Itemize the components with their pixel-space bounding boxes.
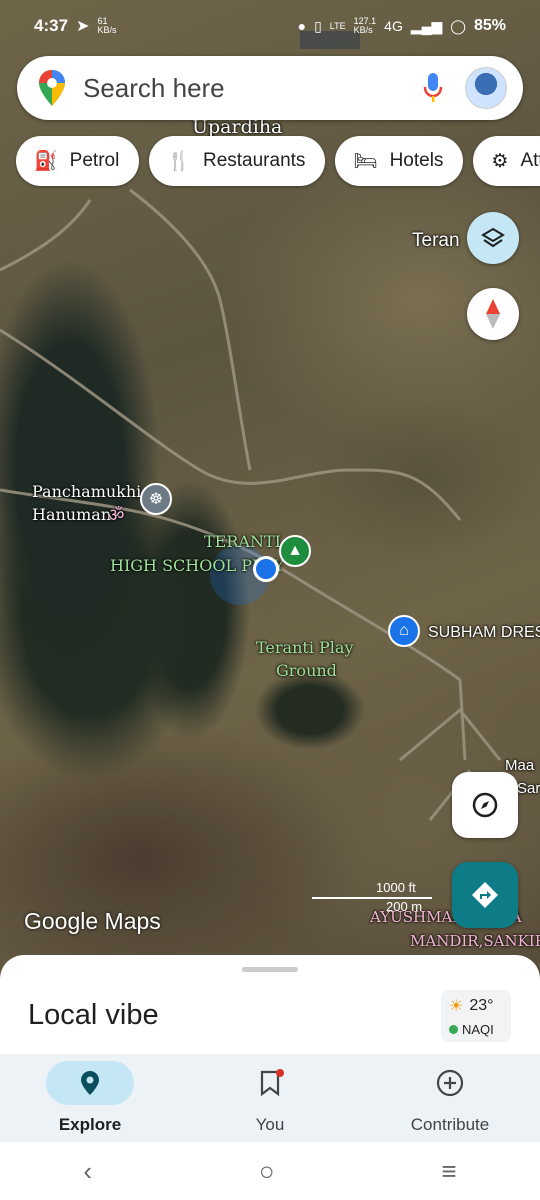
category-chips: ⛽ Petrol 🍴 Restaurants 🛏 Hotels ⚙ Att [16, 136, 540, 186]
nav-explore-label: Explore [58, 1115, 122, 1134]
signal-icon: ▂▄▆ [410, 17, 443, 34]
place-label-teranti[interactable]: TERANTI [204, 532, 281, 551]
chip-petrol[interactable]: ⛽ Petrol [16, 136, 140, 186]
restaurant-icon: 🍴 [167, 151, 191, 172]
temple-poi-icon[interactable]: ☸ [140, 483, 172, 515]
nav-contribute-label: Contribute [410, 1115, 490, 1134]
location-icon: ● [297, 18, 307, 34]
compass-needle-icon [486, 299, 500, 329]
system-navigation-bar: ‹ ○ ≡ [0, 1142, 540, 1200]
chip-restaurants-label: Restaurants [202, 150, 306, 171]
place-label-sar[interactable]: Sar [517, 780, 540, 797]
hotel-icon: 🛏 [353, 151, 378, 172]
home-icon[interactable]: ○ [259, 1156, 275, 1187]
sheet-title: Local vibe [28, 999, 159, 1031]
place-label-panchamukhi[interactable]: Panchamukhi [32, 482, 141, 501]
current-location-dot [253, 556, 279, 582]
layers-icon [481, 227, 505, 248]
notification-dot [276, 1069, 284, 1077]
place-label-subham[interactable]: SUBHAM DRES [428, 624, 540, 642]
sheet-drag-handle[interactable] [242, 967, 298, 972]
bottom-sheet[interactable]: Local vibe ☀ 23° NAQI [0, 955, 540, 1055]
nav-explore[interactable]: Explore [0, 1054, 180, 1142]
search-input[interactable]: Search here [83, 73, 423, 104]
status-bar: 4:37 ➤ 61 KB/s ● ▯ LTE 127.1 KB/s 4G ▂▄▆… [0, 0, 540, 52]
attraction-icon: ⚙ [491, 150, 509, 172]
weather-card[interactable]: ☀ 23° NAQI [441, 990, 511, 1042]
compass-button[interactable] [467, 288, 519, 340]
status-network: 4G [384, 18, 403, 34]
fuel-icon: ⛽ [34, 151, 58, 172]
nav-you[interactable]: You [180, 1054, 360, 1142]
status-battery: 85% [473, 17, 506, 34]
place-label-mandir[interactable]: MANDIR,SANKIR [410, 932, 540, 950]
weather-aqi-label: NAQI [462, 1022, 494, 1037]
partly-sunny-icon: ☀ [449, 998, 464, 1015]
layers-button[interactable] [467, 212, 519, 264]
nav-you-pill [226, 1061, 314, 1105]
place-label-teranti-play[interactable]: Teranti Play [256, 638, 353, 657]
battery-ring-icon: ◯ [450, 17, 466, 34]
recents-icon[interactable]: ≡ [441, 1156, 456, 1187]
profile-avatar[interactable] [465, 67, 507, 109]
bottom-navigation: Explore You Contribute [0, 1054, 540, 1142]
chip-petrol-label: Petrol [69, 150, 120, 171]
weather-temperature: 23° [469, 997, 494, 1014]
place-label-ground[interactable]: Ground [276, 661, 337, 680]
place-label-maa[interactable]: Maa [505, 757, 534, 774]
explore-pin-icon [81, 1071, 99, 1095]
google-maps-logo: Google Maps [24, 908, 161, 934]
scale-m: 200 m [386, 899, 423, 914]
lte-icon: LTE [329, 21, 346, 31]
place-label-teran: Teran [412, 230, 460, 251]
om-symbol: ॐ [108, 505, 125, 526]
explore-compass-icon [472, 792, 498, 818]
directions-icon [472, 882, 498, 908]
navigation-arrow-icon: ➤ [76, 18, 90, 35]
status-lte-speed: 127.1 KB/s [353, 16, 377, 35]
vibrate-icon: ▯ [314, 17, 322, 34]
status-net-speed: 61 KB/s [97, 16, 117, 35]
map-scale: 1000 ft 200 m [312, 880, 432, 914]
my-location-button[interactable] [452, 772, 518, 838]
nav-explore-pill [46, 1061, 134, 1105]
nav-contribute-pill [406, 1061, 494, 1105]
aqi-status-dot [449, 1025, 458, 1034]
place-label-hanuman[interactable]: Hanuman [32, 505, 111, 524]
park-poi-icon[interactable]: ▲ [279, 535, 311, 567]
scale-ft: 1000 ft [376, 880, 416, 895]
maps-pin-logo-icon [39, 70, 65, 106]
status-time: 4:37 [34, 16, 69, 35]
chip-restaurants[interactable]: 🍴 Restaurants [149, 136, 326, 186]
add-circle-icon [436, 1069, 464, 1097]
search-bar[interactable]: Search here [17, 56, 523, 120]
directions-button[interactable] [452, 862, 518, 928]
chip-hotels[interactable]: 🛏 Hotels [335, 136, 464, 186]
chip-attractions-label: Att [520, 150, 540, 171]
back-icon[interactable]: ‹ [83, 1156, 92, 1187]
chip-hotels-label: Hotels [389, 150, 444, 171]
microphone-icon[interactable] [423, 73, 443, 103]
nav-contribute[interactable]: Contribute [360, 1054, 540, 1142]
nav-you-label: You [255, 1115, 285, 1134]
chip-attractions[interactable]: ⚙ Att [473, 136, 540, 186]
shopping-poi-icon[interactable]: ⌂ [388, 615, 420, 647]
